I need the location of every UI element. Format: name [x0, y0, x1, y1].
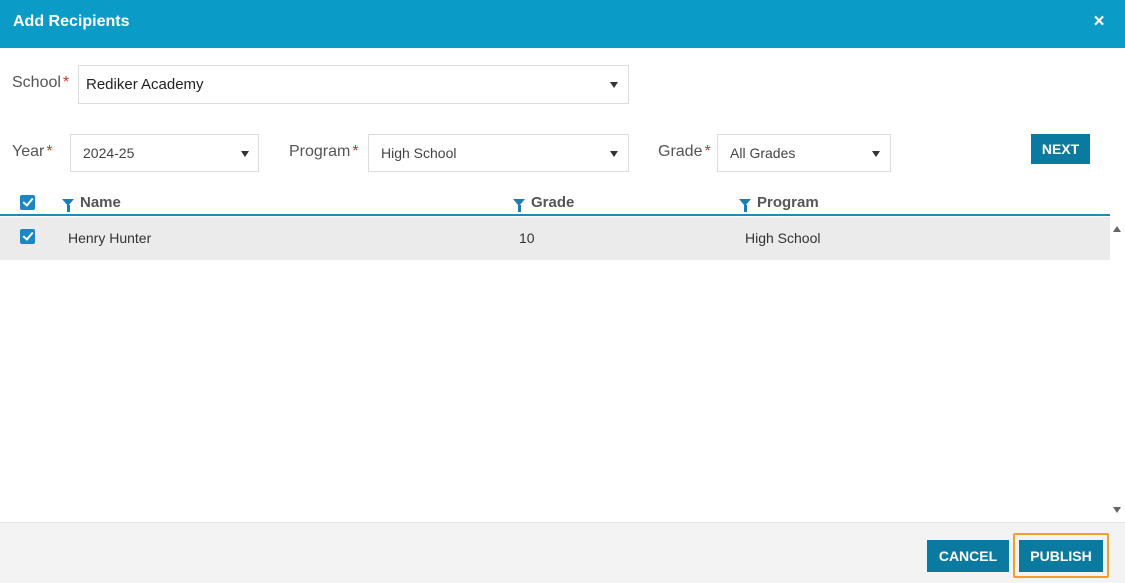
school-label: School * [12, 74, 69, 92]
filter-icon[interactable] [739, 199, 751, 212]
required-marker: * [704, 143, 711, 160]
cell-program: High School [745, 230, 821, 246]
cancel-button[interactable]: CANCEL [927, 540, 1009, 572]
program-select[interactable]: High School [368, 134, 629, 172]
chevron-down-icon [610, 151, 618, 157]
column-header-name[interactable]: Name [62, 194, 121, 212]
year-label-text: Year [12, 143, 45, 160]
cell-name: Henry Hunter [68, 230, 152, 246]
table-row[interactable]: Henry Hunter 10 High School [0, 217, 1110, 260]
chevron-down-icon [610, 82, 618, 88]
column-header-program-label: Program [757, 194, 819, 211]
close-icon[interactable]: × [1089, 12, 1109, 32]
required-marker: * [46, 143, 53, 160]
column-header-grade-label: Grade [531, 194, 575, 211]
grade-select[interactable]: All Grades [717, 134, 891, 172]
filter-icon[interactable] [513, 199, 525, 212]
required-marker: * [62, 74, 70, 91]
year-label: Year * [12, 143, 53, 161]
chevron-down-icon [241, 151, 249, 157]
program-label: Program * [289, 143, 359, 161]
select-all-checkbox[interactable] [20, 195, 35, 210]
required-marker: * [352, 143, 359, 160]
school-select[interactable]: Rediker Academy [78, 65, 629, 104]
filter-icon[interactable] [62, 199, 74, 212]
scroll-up-arrow-icon[interactable] [1113, 226, 1121, 232]
row-checkbox[interactable] [20, 229, 35, 244]
publish-button[interactable]: PUBLISH [1019, 540, 1103, 572]
cell-grade: 10 [519, 230, 535, 246]
dialog-titlebar: Add Recipients × [0, 0, 1125, 48]
grade-select-value: All Grades [730, 145, 796, 161]
column-header-program[interactable]: Program [739, 194, 819, 212]
column-header-grade[interactable]: Grade [513, 194, 575, 212]
grid-header: Name Grade Program [0, 189, 1110, 216]
grid-scrollbar[interactable] [1110, 217, 1125, 522]
school-label-text: School [12, 74, 61, 91]
program-select-value: High School [381, 145, 457, 161]
school-select-value: Rediker Academy [86, 76, 204, 93]
grade-label-text: Grade [658, 143, 703, 160]
publish-focus-ring: PUBLISH [1013, 533, 1109, 578]
next-button[interactable]: NEXT [1031, 134, 1090, 164]
dialog-title: Add Recipients [13, 13, 130, 30]
scroll-down-arrow-icon[interactable] [1113, 507, 1121, 513]
grade-label: Grade * [658, 143, 711, 161]
program-label-text: Program [289, 143, 351, 160]
column-header-name-label: Name [80, 194, 121, 211]
year-select[interactable]: 2024-25 [70, 134, 259, 172]
year-select-value: 2024-25 [83, 145, 135, 161]
dialog-footer: CANCEL PUBLISH [0, 522, 1125, 583]
chevron-down-icon [872, 151, 880, 157]
